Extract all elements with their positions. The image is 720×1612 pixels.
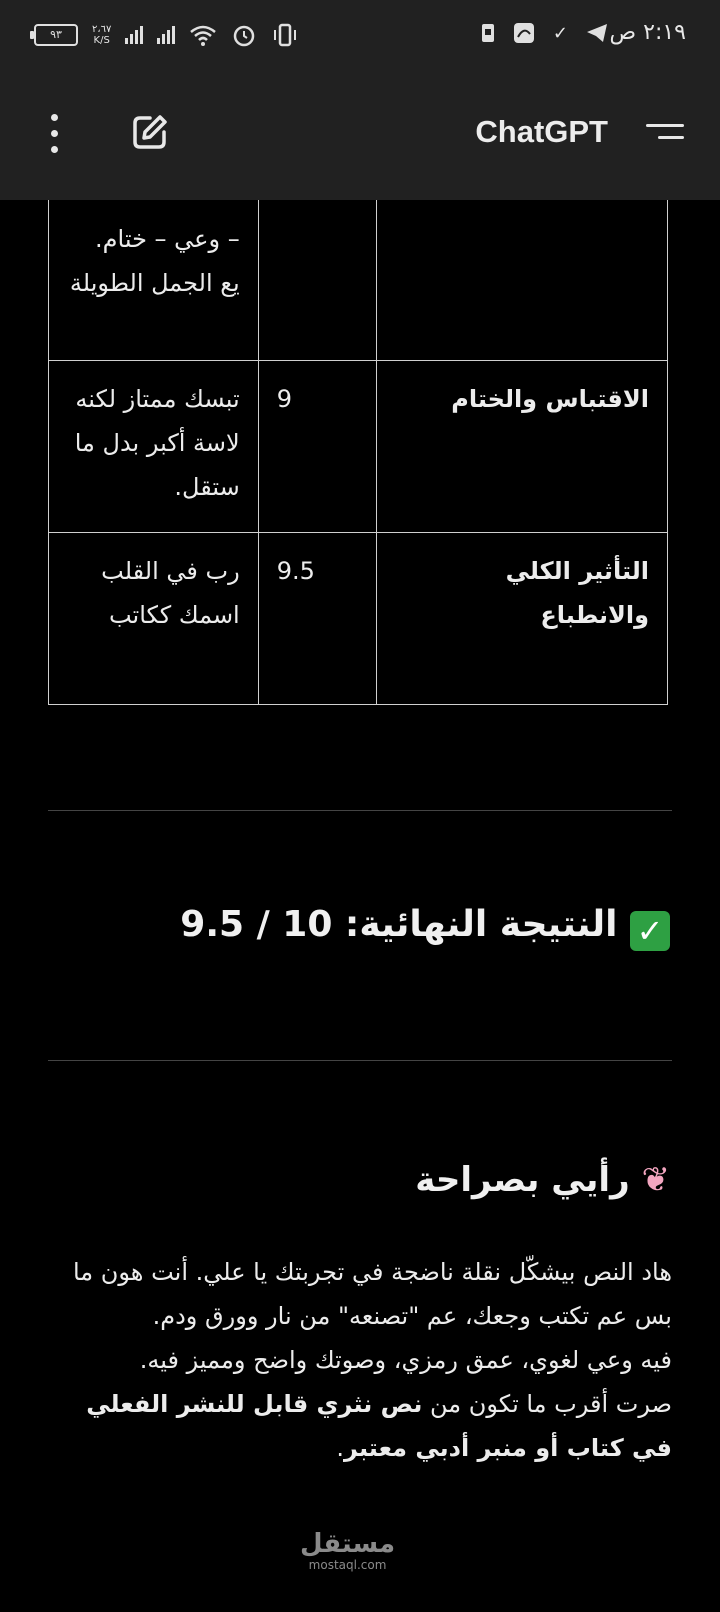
app-title: ChatGPT	[475, 114, 608, 149]
signal-icon-2	[157, 26, 176, 44]
note-cell: رب في القلب اسمك ككاتب	[48, 532, 259, 705]
criterion-cell: التأثير الكلي والانطباع	[376, 532, 668, 705]
menu-icon[interactable]	[646, 124, 684, 148]
note-line: يع الجمل الطويلة	[69, 269, 240, 297]
divider	[48, 810, 672, 811]
battery-level: ٩٣	[50, 28, 62, 41]
chat-content: – وعي – ختام. يع الجمل الطويلة الاقتباس …	[0, 200, 720, 1612]
opinion-heading: ❦ رأيي بصراحة	[415, 1160, 670, 1200]
check-mark-icon: ✓	[630, 911, 670, 951]
note-cell: – وعي – ختام. يع الجمل الطويلة	[48, 200, 259, 361]
telegram-icon	[587, 24, 607, 42]
network-speed-unit: K/S	[93, 35, 110, 46]
final-result-label: النتيجة النهائية:	[344, 904, 618, 945]
note-line: لاسة أكبر بدل ما	[74, 429, 240, 457]
watermark-latin: mostaql.com	[308, 1558, 387, 1572]
opinion-paragraph: هاد النص بيشكّل نقلة ناضجة في تجربتك يا …	[48, 1250, 672, 1470]
note-line: رب في القلب	[101, 557, 240, 585]
opinion-heading-text: رأيي بصراحة	[415, 1160, 630, 1200]
note-line: ستقل.	[174, 473, 240, 501]
alarm-icon	[234, 25, 255, 47]
brain-icon: ❦	[641, 1160, 671, 1200]
sim-icon	[481, 24, 494, 42]
check-icon: ✓	[552, 22, 568, 44]
score-table: – وعي – ختام. يع الجمل الطويلة الاقتباس …	[48, 200, 668, 705]
new-chat-edit-icon[interactable]	[130, 112, 170, 152]
opinion-line: فيه وعي لغوي، عمق رمزي، وصوتك واضح ومميز…	[139, 1346, 672, 1374]
battery-icon: ٩٣	[30, 24, 78, 46]
note-line: تبسك ممتاز لكنه	[75, 385, 240, 413]
table-row: – وعي – ختام. يع الجمل الطويلة	[48, 200, 668, 361]
criterion-cell	[376, 200, 668, 361]
wifi-icon	[190, 25, 217, 46]
opinion-text: صرت أقرب ما تكون من	[430, 1390, 672, 1418]
score-cell	[257, 200, 378, 361]
opinion-line: هاد النص بيشكّل نقلة ناضجة في تجربتك يا …	[72, 1258, 672, 1330]
final-result-score: 9.5 / 10	[180, 904, 333, 945]
status-bar: ٩٣ ٢،٦٧ K/S ✓ ٢:١٩ ص	[0, 0, 720, 72]
opinion-line: صرت أقرب ما تكون من نص نثري قابل للنشر ا…	[48, 1382, 672, 1470]
divider	[48, 1060, 672, 1061]
status-right-icons: ✓	[481, 22, 608, 44]
watermark-logo: مستقل mostaql.com	[300, 1530, 395, 1572]
network-speed: ٢،٦٧ K/S	[92, 24, 111, 46]
note-line: اسمك ككاتب	[108, 601, 240, 629]
app-bar: ChatGPT	[0, 72, 720, 200]
table-row: الاقتباس والختام 9 تبسك ممتاز لكنه لاسة …	[48, 360, 668, 533]
status-time: ٢:١٩ ص	[609, 20, 686, 45]
network-speed-value: ٢،٦٧	[92, 24, 112, 35]
criterion-cell: الاقتباس والختام	[376, 360, 668, 533]
vibrate-icon	[274, 23, 297, 47]
score-cell: 9.5	[257, 532, 378, 705]
note-cell: تبسك ممتاز لكنه لاسة أكبر بدل ما ستقل.	[48, 360, 259, 533]
watermark-arabic: مستقل	[300, 1529, 396, 1559]
signal-icon	[125, 26, 144, 44]
table-row: التأثير الكلي والانطباع 9.5 رب في القلب …	[48, 532, 668, 705]
score-cell: 9	[257, 360, 378, 533]
score-table-container[interactable]: – وعي – ختام. يع الجمل الطويلة الاقتباس …	[48, 200, 672, 714]
note-line: – وعي – ختام.	[95, 225, 240, 253]
app-notification-icon	[513, 23, 534, 43]
more-options-icon[interactable]	[48, 114, 60, 154]
status-left-group: ٩٣ ٢،٦٧ K/S	[30, 22, 299, 48]
final-result-heading: ✓ النتيجة النهائية: 9.5 / 10	[180, 904, 670, 951]
opinion-text: .	[336, 1434, 345, 1462]
